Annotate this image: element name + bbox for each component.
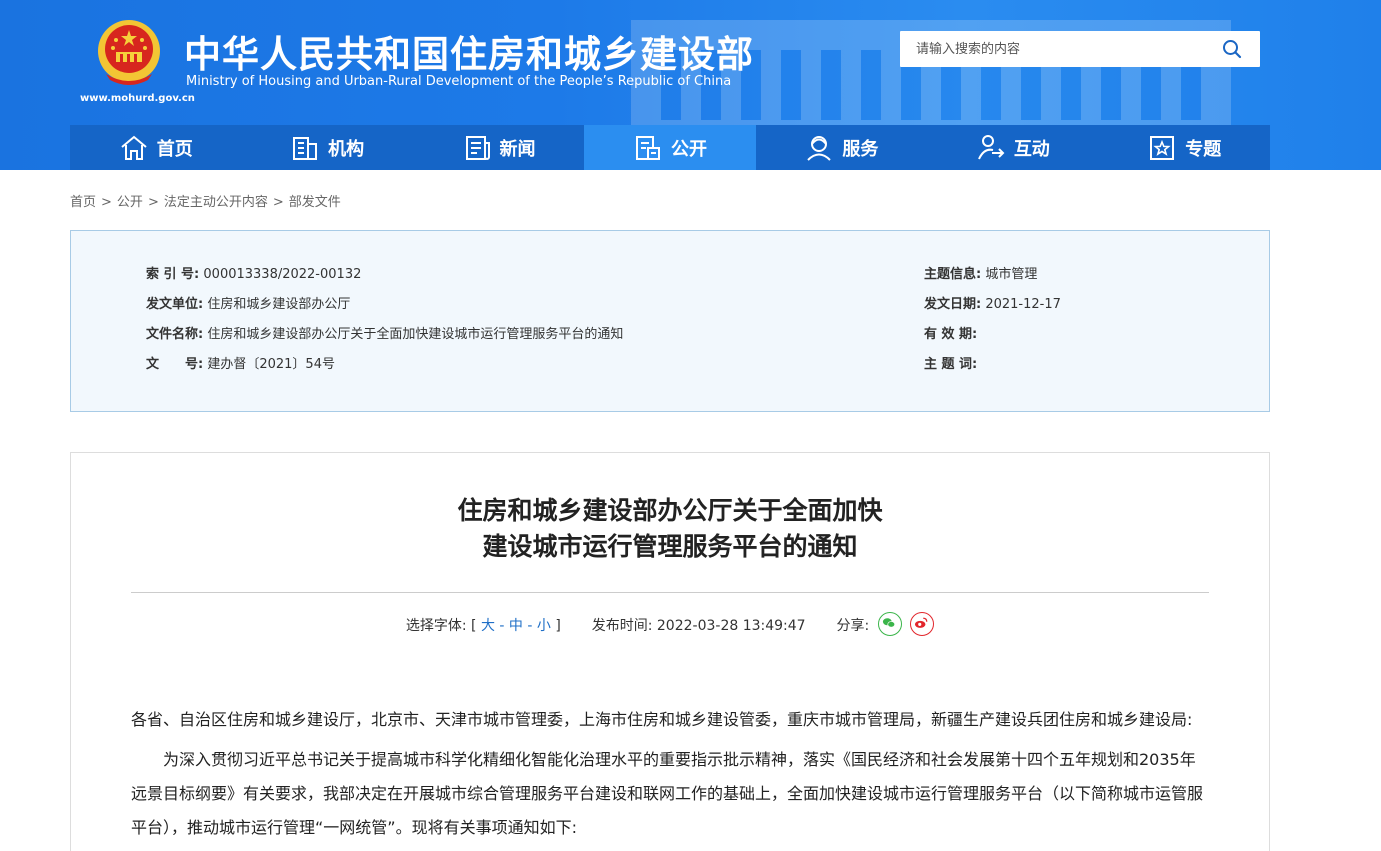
info-docno: 文 号: 建办督〔2021〕54号	[146, 353, 335, 372]
document-info-box: 索 引 号: 000013338/2022-00132 发文单位: 住房和城乡建…	[70, 230, 1270, 412]
article: 住房和城乡建设部办公厅关于全面加快 建设城市运行管理服务平台的通知 选择字体: …	[70, 452, 1270, 851]
font-size-label: 选择字体:	[405, 618, 467, 634]
weibo-share-icon[interactable]	[910, 612, 935, 636]
nav-item-label: 首页	[156, 138, 193, 160]
star-icon	[1147, 133, 1177, 163]
home-icon	[119, 133, 149, 163]
nav-item-news[interactable]: 新闻	[413, 125, 584, 170]
site-title[interactable]: 中华人民共和国住房和城乡建设部	[184, 24, 754, 78]
article-body: 各省、自治区住房和城乡建设厅，北京市、天津市城市管理委，上海市住房和城乡建设管委…	[131, 703, 1211, 851]
news-icon	[462, 133, 492, 163]
info-date: 发文日期: 2021-12-17	[924, 293, 1061, 312]
info-issuer-value: 住房和城乡建设部办公厅	[207, 297, 351, 312]
info-topic-label: 主题信息:	[924, 267, 982, 282]
info-issuer: 发文单位: 住房和城乡建设部办公厅	[146, 293, 350, 312]
font-bracket-open: [	[471, 618, 477, 634]
service-icon	[804, 133, 834, 163]
nav-item-label: 服务	[842, 138, 879, 160]
info-index-value: 000013338/2022-00132	[203, 267, 362, 282]
document-icon	[633, 133, 663, 163]
wechat-share-icon[interactable]	[877, 612, 902, 636]
font-bracket-close: ]	[555, 618, 561, 634]
font-small-button[interactable]: 小	[537, 618, 551, 634]
article-divider	[131, 592, 1209, 593]
national-emblem-icon	[98, 20, 160, 85]
info-filename-value: 住房和城乡建设部办公厅关于全面加快建设城市运行管理服务平台的通知	[207, 327, 624, 342]
nav-item-label: 机构	[328, 138, 365, 160]
nav-item-topic[interactable]: 专题	[1099, 125, 1270, 170]
info-date-value: 2021-12-17	[985, 297, 1061, 312]
info-date-label: 发文日期:	[924, 297, 982, 312]
info-topic-value: 城市管理	[985, 267, 1038, 282]
building-icon	[290, 133, 320, 163]
info-keywords-label: 主 题 词:	[924, 357, 978, 372]
font-separator: -	[527, 618, 533, 634]
nav-item-label: 专题	[1185, 138, 1222, 160]
article-meta: 选择字体: [ 大 - 中 - 小 ] 发布时间: 2022-03-28 13:…	[71, 612, 1269, 638]
nav-item-service[interactable]: 服务	[756, 125, 927, 170]
article-title-line1: 住房和城乡建设部办公厅关于全面加快	[457, 496, 883, 525]
article-paragraph: 为深入贯彻习近平总书记关于提高城市科学化精细化智能化治理水平的重要指示批示精神，…	[131, 750, 1204, 837]
interact-icon	[976, 133, 1006, 163]
breadcrumb-separator: >	[272, 195, 284, 210]
share-label: 分享:	[836, 618, 870, 634]
info-validity-label: 有 效 期:	[924, 327, 978, 342]
nav-item-org[interactable]: 机构	[241, 125, 412, 170]
font-medium-button[interactable]: 中	[509, 618, 523, 634]
info-docno-value: 建办督〔2021〕54号	[207, 357, 335, 372]
breadcrumb-dept-docs[interactable]: 部发文件	[289, 195, 341, 210]
breadcrumb-separator: >	[147, 195, 159, 210]
site-subtitle: Ministry of Housing and Urban-Rural Deve…	[186, 74, 732, 89]
publish-time: 2022-03-28 13:49:47	[656, 618, 806, 634]
info-validity: 有 效 期:	[924, 323, 977, 342]
breadcrumb-public[interactable]: 公开	[117, 195, 143, 210]
breadcrumb: 首页 > 公开 > 法定主动公开内容 > 部发文件	[70, 191, 341, 210]
info-index: 索 引 号: 000013338/2022-00132	[146, 263, 361, 282]
article-title-line2: 建设城市运行管理服务平台的通知	[482, 532, 858, 561]
info-topic: 主题信息: 城市管理	[924, 263, 1037, 282]
breadcrumb-home[interactable]: 首页	[70, 195, 96, 210]
nav-item-label: 公开	[670, 138, 707, 160]
search-box	[900, 31, 1260, 67]
nav-item-label: 互动	[1013, 138, 1050, 160]
font-large-button[interactable]: 大	[481, 618, 495, 634]
nav-item-label: 新闻	[499, 138, 536, 160]
search-icon[interactable]	[1222, 39, 1242, 59]
info-filename-label: 文件名称:	[146, 327, 204, 342]
publish-time-label: 发布时间:	[591, 618, 653, 634]
breadcrumb-statutory[interactable]: 法定主动公开内容	[164, 195, 268, 210]
info-docno-label: 文 号:	[146, 357, 204, 372]
font-separator: -	[499, 618, 505, 634]
main-nav: 首页 机构 新闻 公开 服务 互动 专题	[70, 125, 1270, 170]
info-filename: 文件名称: 住房和城乡建设部办公厅关于全面加快建设城市运行管理服务平台的通知	[146, 323, 623, 342]
nav-item-home[interactable]: 首页	[70, 125, 241, 170]
search-input[interactable]	[900, 31, 1210, 67]
info-keywords: 主 题 词:	[924, 353, 977, 372]
nav-item-public[interactable]: 公开	[584, 125, 756, 170]
nav-item-interact[interactable]: 互动	[927, 125, 1098, 170]
breadcrumb-separator: >	[101, 195, 112, 210]
info-issuer-label: 发文单位:	[146, 297, 204, 312]
article-title: 住房和城乡建设部办公厅关于全面加快 建设城市运行管理服务平台的通知	[71, 493, 1269, 565]
site-url: www.mohurd.gov.cn	[80, 93, 195, 104]
article-paragraph-salutation: 各省、自治区住房和城乡建设厅，北京市、天津市城市管理委，上海市住房和城乡建设管委…	[131, 710, 1193, 729]
info-index-label: 索 引 号:	[146, 267, 200, 282]
